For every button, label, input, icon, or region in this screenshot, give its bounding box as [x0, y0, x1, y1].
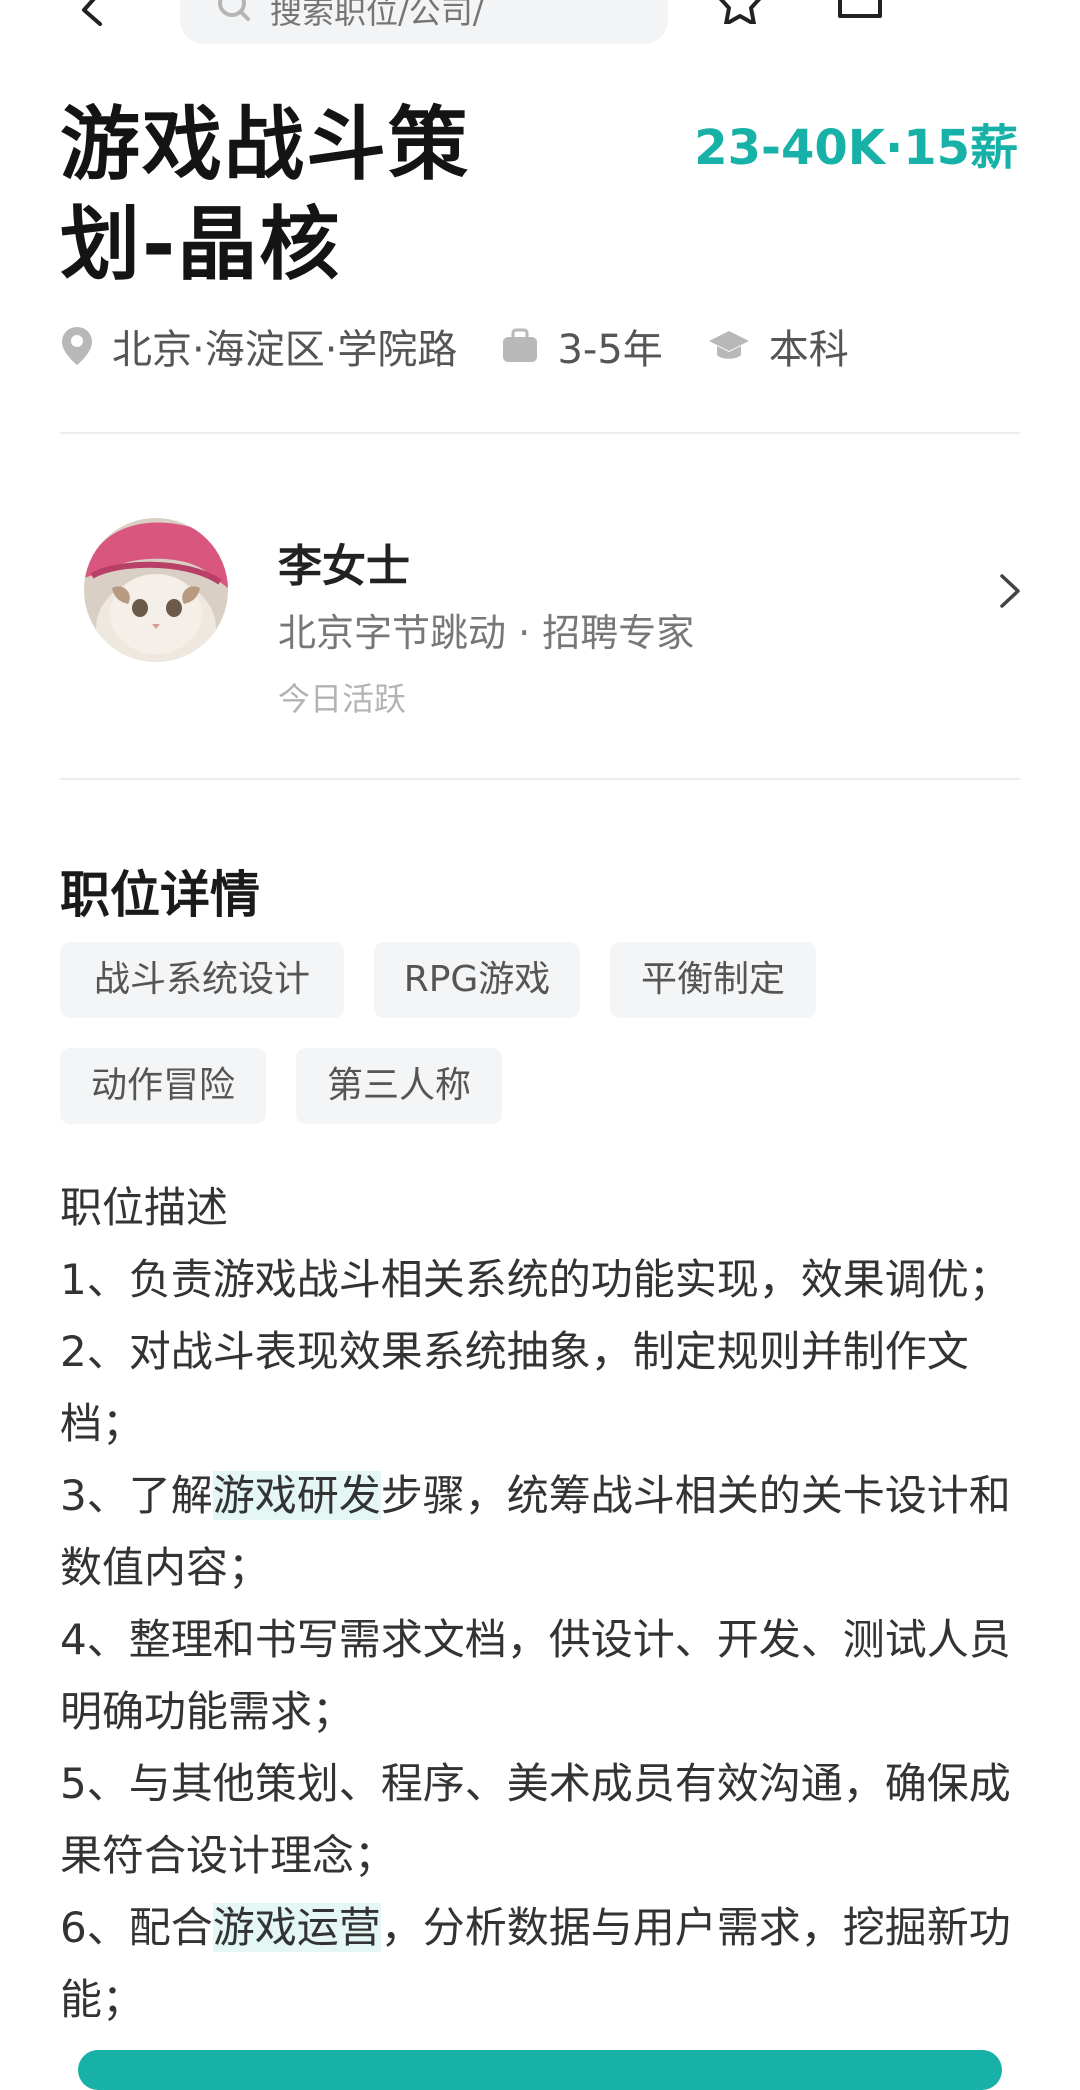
search-input[interactable] [268, 0, 632, 32]
description-line: 2、对战斗表现效果系统抽象，制定规则并制作文档； [60, 1327, 969, 1448]
tag: 第三人称 [296, 1048, 502, 1124]
recruiter-avatar[interactable] [84, 518, 228, 662]
back-arrow-icon[interactable] [70, 0, 114, 26]
job-meta: 北京·海淀区·学院路 3-5年 本科 [60, 318, 893, 374]
favorite-star-icon[interactable] [718, 0, 762, 24]
description-line: 1、负责游戏战斗相关系统的功能实现，效果调优； [60, 1255, 1011, 1304]
search-bar[interactable] [180, 0, 668, 44]
briefcase-icon [503, 328, 538, 362]
tag: 动作冒险 [60, 1048, 266, 1124]
tag: RPG游戏 [374, 942, 580, 1018]
description-text: 3、了解 [60, 1471, 213, 1520]
recruiter-name: 李女士 [278, 541, 410, 592]
tag: 平衡制定 [610, 942, 816, 1018]
bottom-action-button[interactable] [78, 2050, 1002, 2090]
description-line: 4、整理和书写需求文档，供设计、开发、测试人员明确功能需求； [60, 1615, 1011, 1736]
search-icon [218, 0, 250, 21]
cat-avatar-image [84, 518, 228, 662]
keyword-link-game-development[interactable]: 游戏研发 [212, 1471, 381, 1520]
location-text: 北京·海淀区·学院路 [112, 327, 458, 373]
top-bar [0, 0, 1080, 50]
tag: 战斗系统设计 [60, 942, 344, 1018]
divider [60, 432, 1020, 434]
recruiter-active-status: 今日活跃 [278, 680, 407, 718]
description-line: 3、了解游戏研发步骤，统筹战斗相关的关卡设计和数值内容； [60, 1460, 1040, 1604]
share-icon[interactable] [836, 0, 884, 22]
job-title: 游戏战斗策划-晶核 [60, 98, 470, 291]
keyword-link-game-operations[interactable]: 游戏运营 [212, 1903, 381, 1952]
location-pin-icon [62, 327, 92, 365]
description-text: 6、配合 [60, 1903, 213, 1952]
section-title-job-details: 职位详情 [60, 866, 260, 924]
description-line: 6、配合游戏运营，分析数据与用户需求，挖掘新功能； [60, 1892, 1040, 2036]
divider [60, 778, 1020, 780]
job-description: 职位描述 1、负责游戏战斗相关系统的功能实现，效果调优； 2、对战斗表现效果系统… [60, 1172, 1040, 2036]
recruiter-company-role: 北京字节跳动 · 招聘专家 [278, 611, 695, 655]
education-item: 本科 [707, 317, 849, 375]
description-heading: 职位描述 [60, 1183, 229, 1232]
recruiter-card[interactable]: 李女士 北京字节跳动 · 招聘专家 今日活跃 [0, 490, 1080, 740]
location-item: 北京·海淀区·学院路 [60, 317, 457, 375]
graduation-cap-icon [708, 331, 749, 359]
experience-item: 3-5年 [501, 317, 663, 375]
chevron-right-icon[interactable] [998, 572, 1022, 610]
experience-text: 3-5年 [557, 327, 663, 373]
education-text: 本科 [768, 327, 849, 373]
salary: 23-40K·15薪 [694, 120, 1018, 176]
description-line: 5、与其他策划、程序、美术成员有效沟通，确保成果符合设计理念； [60, 1759, 1011, 1880]
